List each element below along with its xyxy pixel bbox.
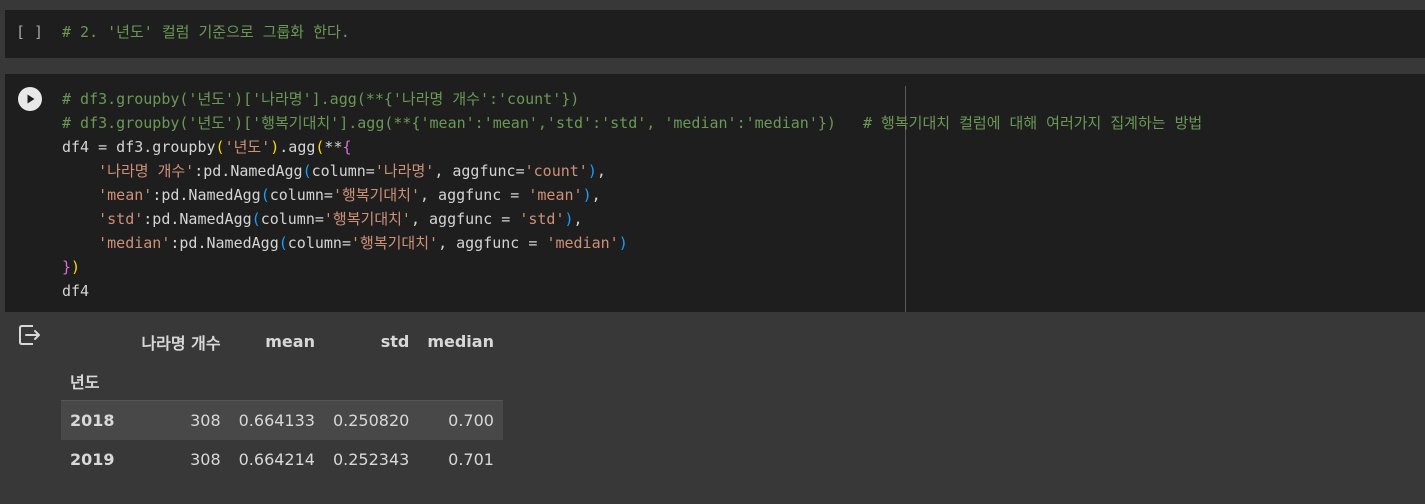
- table-cell: 0.252343: [332, 450, 410, 469]
- code-line-9: df4: [62, 282, 90, 300]
- code-line-1: # df3.groupby('년도')['나라명'].agg(**{'나라명 개…: [62, 90, 580, 108]
- table-cell: 0.250820: [323, 400, 419, 440]
- code-line-8: }): [62, 258, 81, 276]
- table-cell: 0.664214: [238, 450, 315, 469]
- table-cell: 0.701: [448, 450, 494, 469]
- text-cell-1[interactable]: [ ] # 2. '년도' 컬럼 기준으로 그룹화 한다.: [5, 10, 1425, 58]
- table-row: 2018 308 0.664133 0.250820 0.700: [61, 400, 503, 440]
- table-cell: 0.700: [418, 400, 503, 440]
- play-icon: [19, 88, 41, 110]
- column-header: std: [380, 332, 410, 351]
- table-row: 2019 308 0.664214 0.252343 0.701: [61, 440, 503, 479]
- code-cell-2[interactable]: # df3.groupby('년도')['나라명'].agg(**{'나라명 개…: [5, 74, 1425, 312]
- output-exit-icon: [19, 325, 40, 345]
- column-header: median: [427, 332, 494, 351]
- table-cell: 0.664133: [229, 400, 324, 440]
- column-header: mean: [265, 332, 315, 351]
- code-editor[interactable]: # df3.groupby('년도')['나라명'].agg(**{'나라명 개…: [62, 87, 1202, 303]
- cell1-comment: # 2. '년도' 컬럼 기준으로 그룹화 한다.: [62, 23, 350, 41]
- notebook-view: [ ] # 2. '년도' 컬럼 기준으로 그룹화 한다. # df3.grou…: [0, 0, 1425, 504]
- code-line-5: 'mean':pd.NamedAgg(column='행복기대치', aggfu…: [98, 186, 601, 204]
- code-line-3: df4 = df3.groupby('년도').agg(**{: [62, 138, 352, 156]
- top-border: [0, 0, 1425, 10]
- table-cell: 308: [190, 450, 221, 469]
- index-corner: [61, 322, 132, 361]
- code-line-2: # df3.groupby('년도')['행복기대치'].agg(**{'mea…: [62, 114, 1203, 132]
- row-index: 2019: [70, 450, 115, 469]
- cell-run-bracket[interactable]: [ ]: [16, 22, 43, 42]
- output-toggle-icon[interactable]: [17, 322, 43, 348]
- index-name: 년도: [70, 372, 100, 392]
- table-cell: 308: [132, 400, 230, 440]
- dataframe-output: 나라명 개수 mean std median 년도 2018 308 0.664…: [61, 322, 503, 479]
- run-cell-button[interactable]: [18, 87, 42, 111]
- row-index: 2018: [61, 400, 133, 440]
- column-header: 나라명 개수: [141, 333, 221, 353]
- header-row: 나라명 개수 mean std median: [61, 322, 503, 361]
- index-name-row: 년도: [61, 361, 503, 401]
- code-line-6: 'std':pd.NamedAgg(column='행복기대치', aggfun…: [98, 210, 583, 228]
- code-line-4: '나라명 개수':pd.NamedAgg(column='나라명', aggfu…: [98, 162, 606, 180]
- code-line-7: 'median':pd.NamedAgg(column='행복기대치', agg…: [98, 234, 628, 252]
